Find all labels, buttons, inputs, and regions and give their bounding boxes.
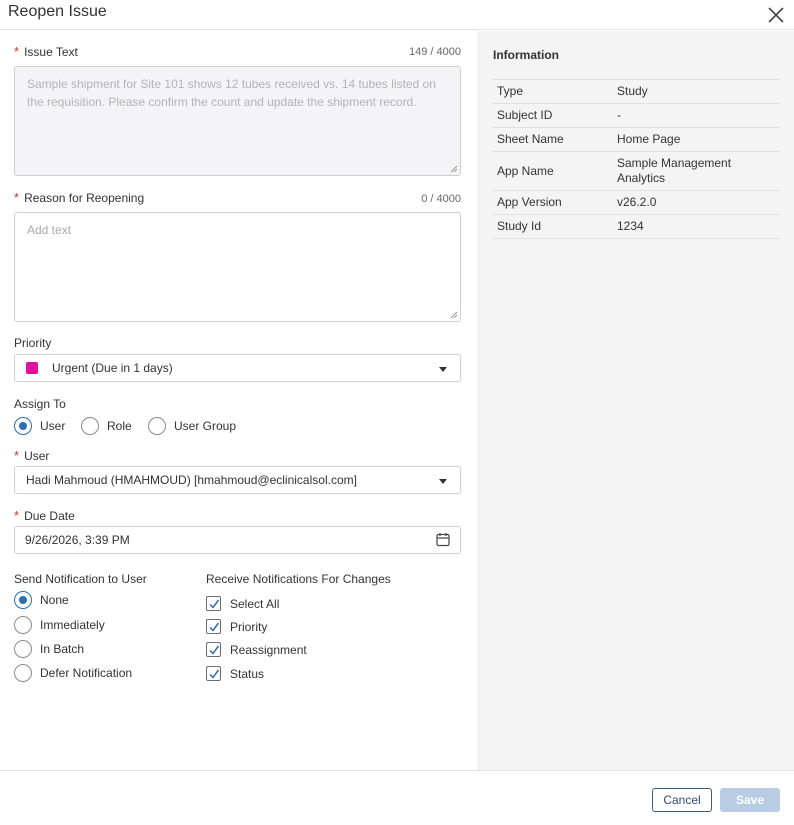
assign-to-label: Assign To [14,397,66,411]
priority-checkbox-label: Priority [230,620,268,634]
chevron-down-icon[interactable] [439,479,447,484]
dialog-title: Reopen Issue [8,3,107,20]
issue-text-field: Sample shipment for Site 101 shows 12 tu… [14,66,461,176]
info-value: Home Page [617,132,681,146]
issue-text-label: * Issue Text [14,44,78,59]
info-key: Sheet Name [497,132,564,146]
required-marker: * [14,190,20,205]
chevron-down-icon[interactable] [439,367,447,372]
status-checkbox[interactable] [206,666,221,681]
resize-grip-icon[interactable] [450,311,458,319]
notify-none-label: None [40,593,69,607]
notify-immediately-label: Immediately [40,618,105,632]
info-value: v26.2.0 [617,195,657,209]
issue-text-value: Sample shipment for Site 101 shows 12 tu… [27,77,436,109]
notify-in-batch-label: In Batch [40,642,85,656]
reason-counter: 0 / 4000 [421,193,461,205]
info-row: Subject ID - [493,104,780,128]
cancel-button[interactable]: Cancel [652,788,712,812]
user-select[interactable]: Hadi Mahmoud (HMAHMOUD) [hmahmoud@eclini… [14,466,461,494]
reason-field[interactable]: Add text [14,212,461,322]
priority-color-swatch [26,362,38,374]
assign-role-radio[interactable] [81,417,99,435]
reassignment-checkbox[interactable] [206,642,221,657]
due-date-field[interactable]: 9/26/2026, 3:39 PM [14,526,461,554]
send-notification-label: Send Notification to User [14,572,147,586]
checkmark-icon [209,622,220,632]
info-row: Sheet Name Home Page [493,128,780,152]
priority-select[interactable]: Urgent (Due in 1 days) [14,354,461,382]
info-value: 1234 [617,219,644,233]
assign-user-group-radio[interactable] [148,417,166,435]
info-value: - [617,108,621,122]
info-key: Study Id [497,219,542,233]
notify-immediately-radio[interactable] [14,616,32,634]
checkmark-icon [209,669,220,679]
notify-none-radio[interactable] [14,591,32,609]
select-all-checkbox[interactable] [206,596,221,611]
priority-label: Priority [14,336,52,350]
info-key: App Name [497,163,554,178]
receive-notifications-label: Receive Notifications For Changes [206,572,391,586]
info-value: Sample Management Analytics [617,156,732,185]
resize-grip-icon [450,165,458,173]
checkmark-icon [209,645,220,655]
info-key: Subject ID [497,108,553,122]
assign-user-label: User [40,419,66,433]
info-row: App Version v26.2.0 [493,191,780,215]
required-marker: * [14,508,20,523]
priority-value: Urgent (Due in 1 days) [52,361,173,375]
information-panel: Information Type Study Subject ID - Shee… [477,31,794,770]
save-button[interactable]: Save [720,788,780,812]
user-value: Hadi Mahmoud (HMAHMOUD) [hmahmoud@eclini… [26,473,357,487]
info-row: Study Id 1234 [493,215,780,239]
info-row: App Name Sample Management Analytics [493,152,780,191]
notify-defer-label: Defer Notification [40,666,133,680]
form-panel: * Issue Text 149 / 4000 Sample shipment f… [0,31,477,770]
checkmark-icon [209,599,220,609]
required-marker: * [14,44,20,59]
due-date-value: 9/26/2026, 3:39 PM [25,533,130,547]
info-key: Type [497,84,524,98]
due-date-label: * Due Date [14,508,75,523]
info-key: App Version [497,195,562,209]
dialog-header: Reopen Issue [0,0,794,30]
dialog-footer: Cancel Save [0,770,794,825]
assign-role-label: Role [107,419,132,433]
info-row: Type Study [493,80,780,104]
status-checkbox-label: Status [230,667,265,681]
reassignment-checkbox-label: Reassignment [230,643,307,657]
notify-defer-radio[interactable] [14,664,32,682]
user-label: * User [14,448,50,463]
reason-placeholder: Add text [27,223,72,237]
issue-text-counter: 149 / 4000 [409,46,461,58]
select-all-label: Select All [230,597,280,611]
information-table: Type Study Subject ID - Sheet Name Home … [493,79,780,239]
info-value: Study [617,84,648,98]
assign-user-group-label: User Group [174,419,237,433]
priority-checkbox[interactable] [206,619,221,634]
reason-label: * Reason for Reopening [14,190,145,205]
assign-user-radio[interactable] [14,417,32,435]
information-title: Information [493,48,559,62]
notify-in-batch-radio[interactable] [14,640,32,658]
close-icon[interactable] [766,5,786,25]
required-marker: * [14,448,20,463]
calendar-icon[interactable] [436,532,450,550]
